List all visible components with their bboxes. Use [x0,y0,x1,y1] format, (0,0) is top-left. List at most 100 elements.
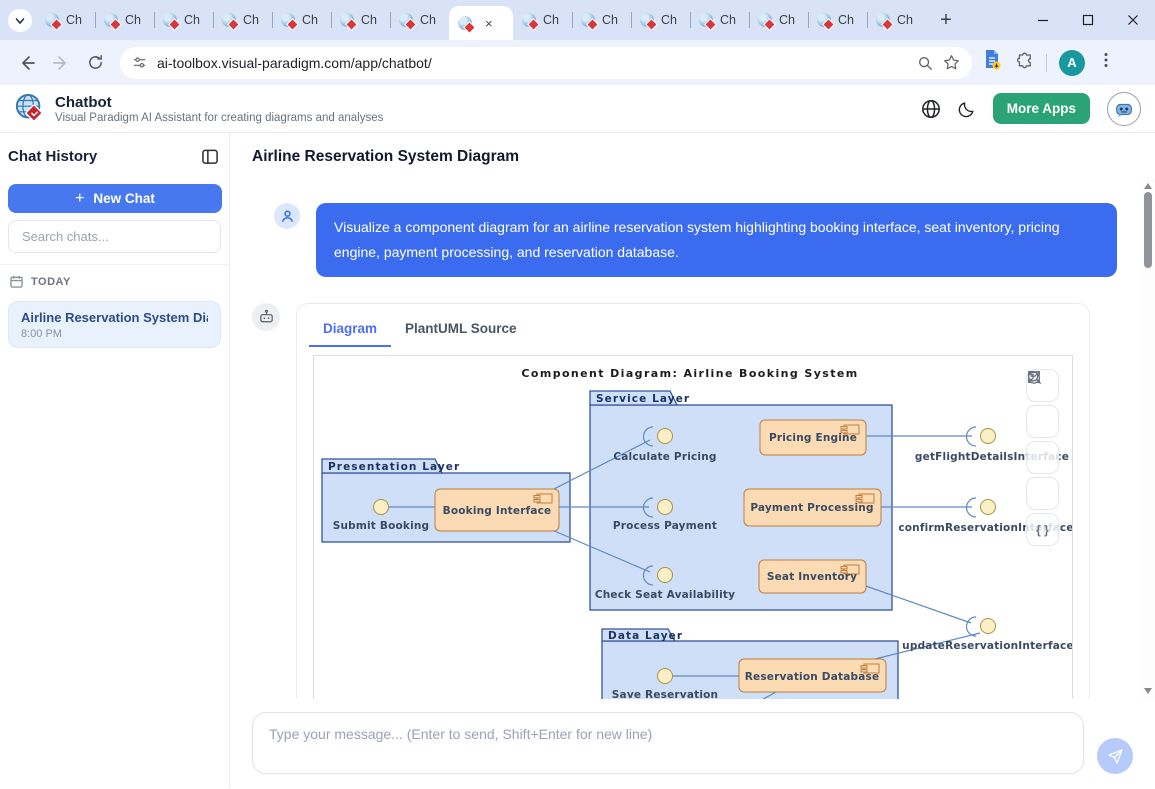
address-bar[interactable]: ai-toolbox.visual-paradigm.com/app/chatb… [120,47,972,79]
app-titles: Chatbot Visual Paradigm AI Assistant for… [55,94,383,124]
component-pricing-engine: Pricing Engine [760,420,866,455]
browser-tab[interactable]: Ch [808,0,867,40]
label-service-layer: Service Layer [596,393,690,405]
diagram-toolbar: { } [1026,369,1059,546]
search-icon[interactable] [917,55,933,71]
profile-avatar[interactable]: A [1059,50,1085,76]
browser-tab[interactable]: Ch [331,0,390,40]
window-maximize-button[interactable] [1065,0,1110,40]
bookmark-star-icon[interactable] [943,54,960,71]
visual-paradigm-favicon [876,13,890,27]
browser-tab[interactable]: Ch [95,0,154,40]
back-button[interactable] [10,46,44,80]
search-chats-input[interactable]: Search chats... [8,220,221,253]
code-braces-button[interactable]: { } [1026,513,1059,546]
browser-tab[interactable]: Ch [213,0,272,40]
label-data-layer: Data Layer [608,630,683,642]
app-subtitle: Visual Paradigm AI Assistant for creatin… [55,112,383,124]
fullscreen-icon [1026,369,1042,385]
interface-submit-booking [374,500,389,515]
dark-mode-moon-icon[interactable] [958,100,976,118]
tab-label: Ch [420,13,436,27]
sidebar-collapse-icon[interactable] [202,149,219,165]
socket-update [967,617,977,636]
app-body: Chat History + New Chat Search chats... … [0,133,1155,788]
label-submit-booking: Submit Booking [333,520,430,532]
calendar-icon [10,275,23,288]
browser-tab[interactable]: Ch [272,0,331,40]
reload-button[interactable] [78,46,112,80]
reset-view-button[interactable] [1026,441,1059,474]
docs-extension-icon[interactable] [982,49,1002,76]
browser-tab-active[interactable]: × [449,6,513,40]
interface-confirm-reservation [981,500,996,515]
tab-label: Ch [602,13,618,27]
more-apps-button[interactable]: More Apps [993,93,1090,124]
browser-tab[interactable]: Ch [867,0,926,40]
visual-paradigm-favicon [640,13,654,27]
browser-tab[interactable]: Ch [513,0,572,40]
close-icon [1127,14,1139,26]
label-calculate-pricing: Calculate Pricing [613,451,716,463]
chat-item-title: Airline Reservation System Dia... [21,310,208,325]
browser-menu-icon[interactable] [1097,51,1115,74]
chat-scrollbar[interactable] [1141,178,1155,699]
browser-tab[interactable]: Ch [390,0,449,40]
tab-search-button[interactable] [8,9,32,32]
browser-tab[interactable]: Ch [36,0,95,40]
zoom-out-button[interactable] [1026,405,1059,438]
browser-tabstrip: ChChChChChChCh×ChChChChChChCh + [0,0,1155,40]
send-icon [1107,748,1124,765]
new-tab-button[interactable]: + [932,6,960,34]
result-tabs: Diagram PlantUML Source [309,304,1073,347]
minimize-icon [1037,14,1049,26]
tab-label: Ch [66,13,82,27]
site-settings-icon[interactable] [132,55,147,70]
url-text[interactable]: ai-toolbox.visual-paradigm.com/app/chatb… [157,55,907,71]
chat-history-item[interactable]: Airline Reservation System Dia... 8:00 P… [8,301,221,348]
visual-paradigm-favicon [458,16,472,30]
browser-toolbar: ai-toolbox.visual-paradigm.com/app/chatb… [0,40,1155,85]
tab-close-icon[interactable]: × [485,16,493,31]
window-minimize-button[interactable] [1020,0,1065,40]
diagram-title: Component Diagram: Airline Booking Syste… [521,367,858,380]
browser-tab[interactable]: Ch [631,0,690,40]
language-globe-icon[interactable] [921,99,941,119]
browser-tab[interactable]: Ch [572,0,631,40]
label-seat-inventory: Seat Inventory [767,571,857,583]
bot-avatar [252,303,280,331]
user-avatar [274,203,300,229]
window-close-button[interactable] [1110,0,1155,40]
fullscreen-button[interactable] [1026,477,1059,510]
tab-plantuml-source[interactable]: PlantUML Source [391,316,531,347]
new-chat-button[interactable]: + New Chat [8,184,222,213]
browser-tab[interactable]: Ch [690,0,749,40]
visual-paradigm-favicon [340,13,354,27]
scrollbar-down-arrow[interactable] [1144,688,1152,694]
forward-button[interactable] [44,46,78,80]
tab-label: Ch [125,13,141,27]
main-area: Airline Reservation System Diagram Visua… [230,133,1155,788]
tab-diagram[interactable]: Diagram [309,316,391,347]
bot-message-row: Diagram PlantUML Source Component Diagra… [252,303,1090,699]
component-payment-processing: Payment Processing [744,489,881,526]
sidebar-title: Chat History [8,148,97,165]
tab-label: Ch [302,13,318,27]
interface-get-flight [981,429,996,444]
diagram-canvas[interactable]: Component Diagram: Airline Booking Syste… [313,355,1073,699]
user-message-row: Visualize a component diagram for an air… [274,203,1117,277]
sidebar-divider [0,264,229,265]
browser-tab[interactable]: Ch [154,0,213,40]
label-process-payment: Process Payment [613,520,717,532]
chat-scroll-area[interactable]: Visualize a component diagram for an air… [230,178,1155,699]
message-input[interactable]: Type your message... (Enter to send, Shi… [252,712,1084,774]
browser-tab[interactable]: Ch [749,0,808,40]
label-payment-processing: Payment Processing [750,502,873,514]
app-title: Chatbot [55,94,383,111]
send-button[interactable] [1097,738,1133,774]
extensions-puzzle-icon[interactable] [1014,50,1034,75]
scrollbar-thumb[interactable] [1144,192,1152,268]
scrollbar-up-arrow[interactable] [1144,183,1152,189]
component-reservation-database: Reservation Database [739,659,886,692]
chatbot-avatar-icon[interactable] [1107,92,1141,126]
